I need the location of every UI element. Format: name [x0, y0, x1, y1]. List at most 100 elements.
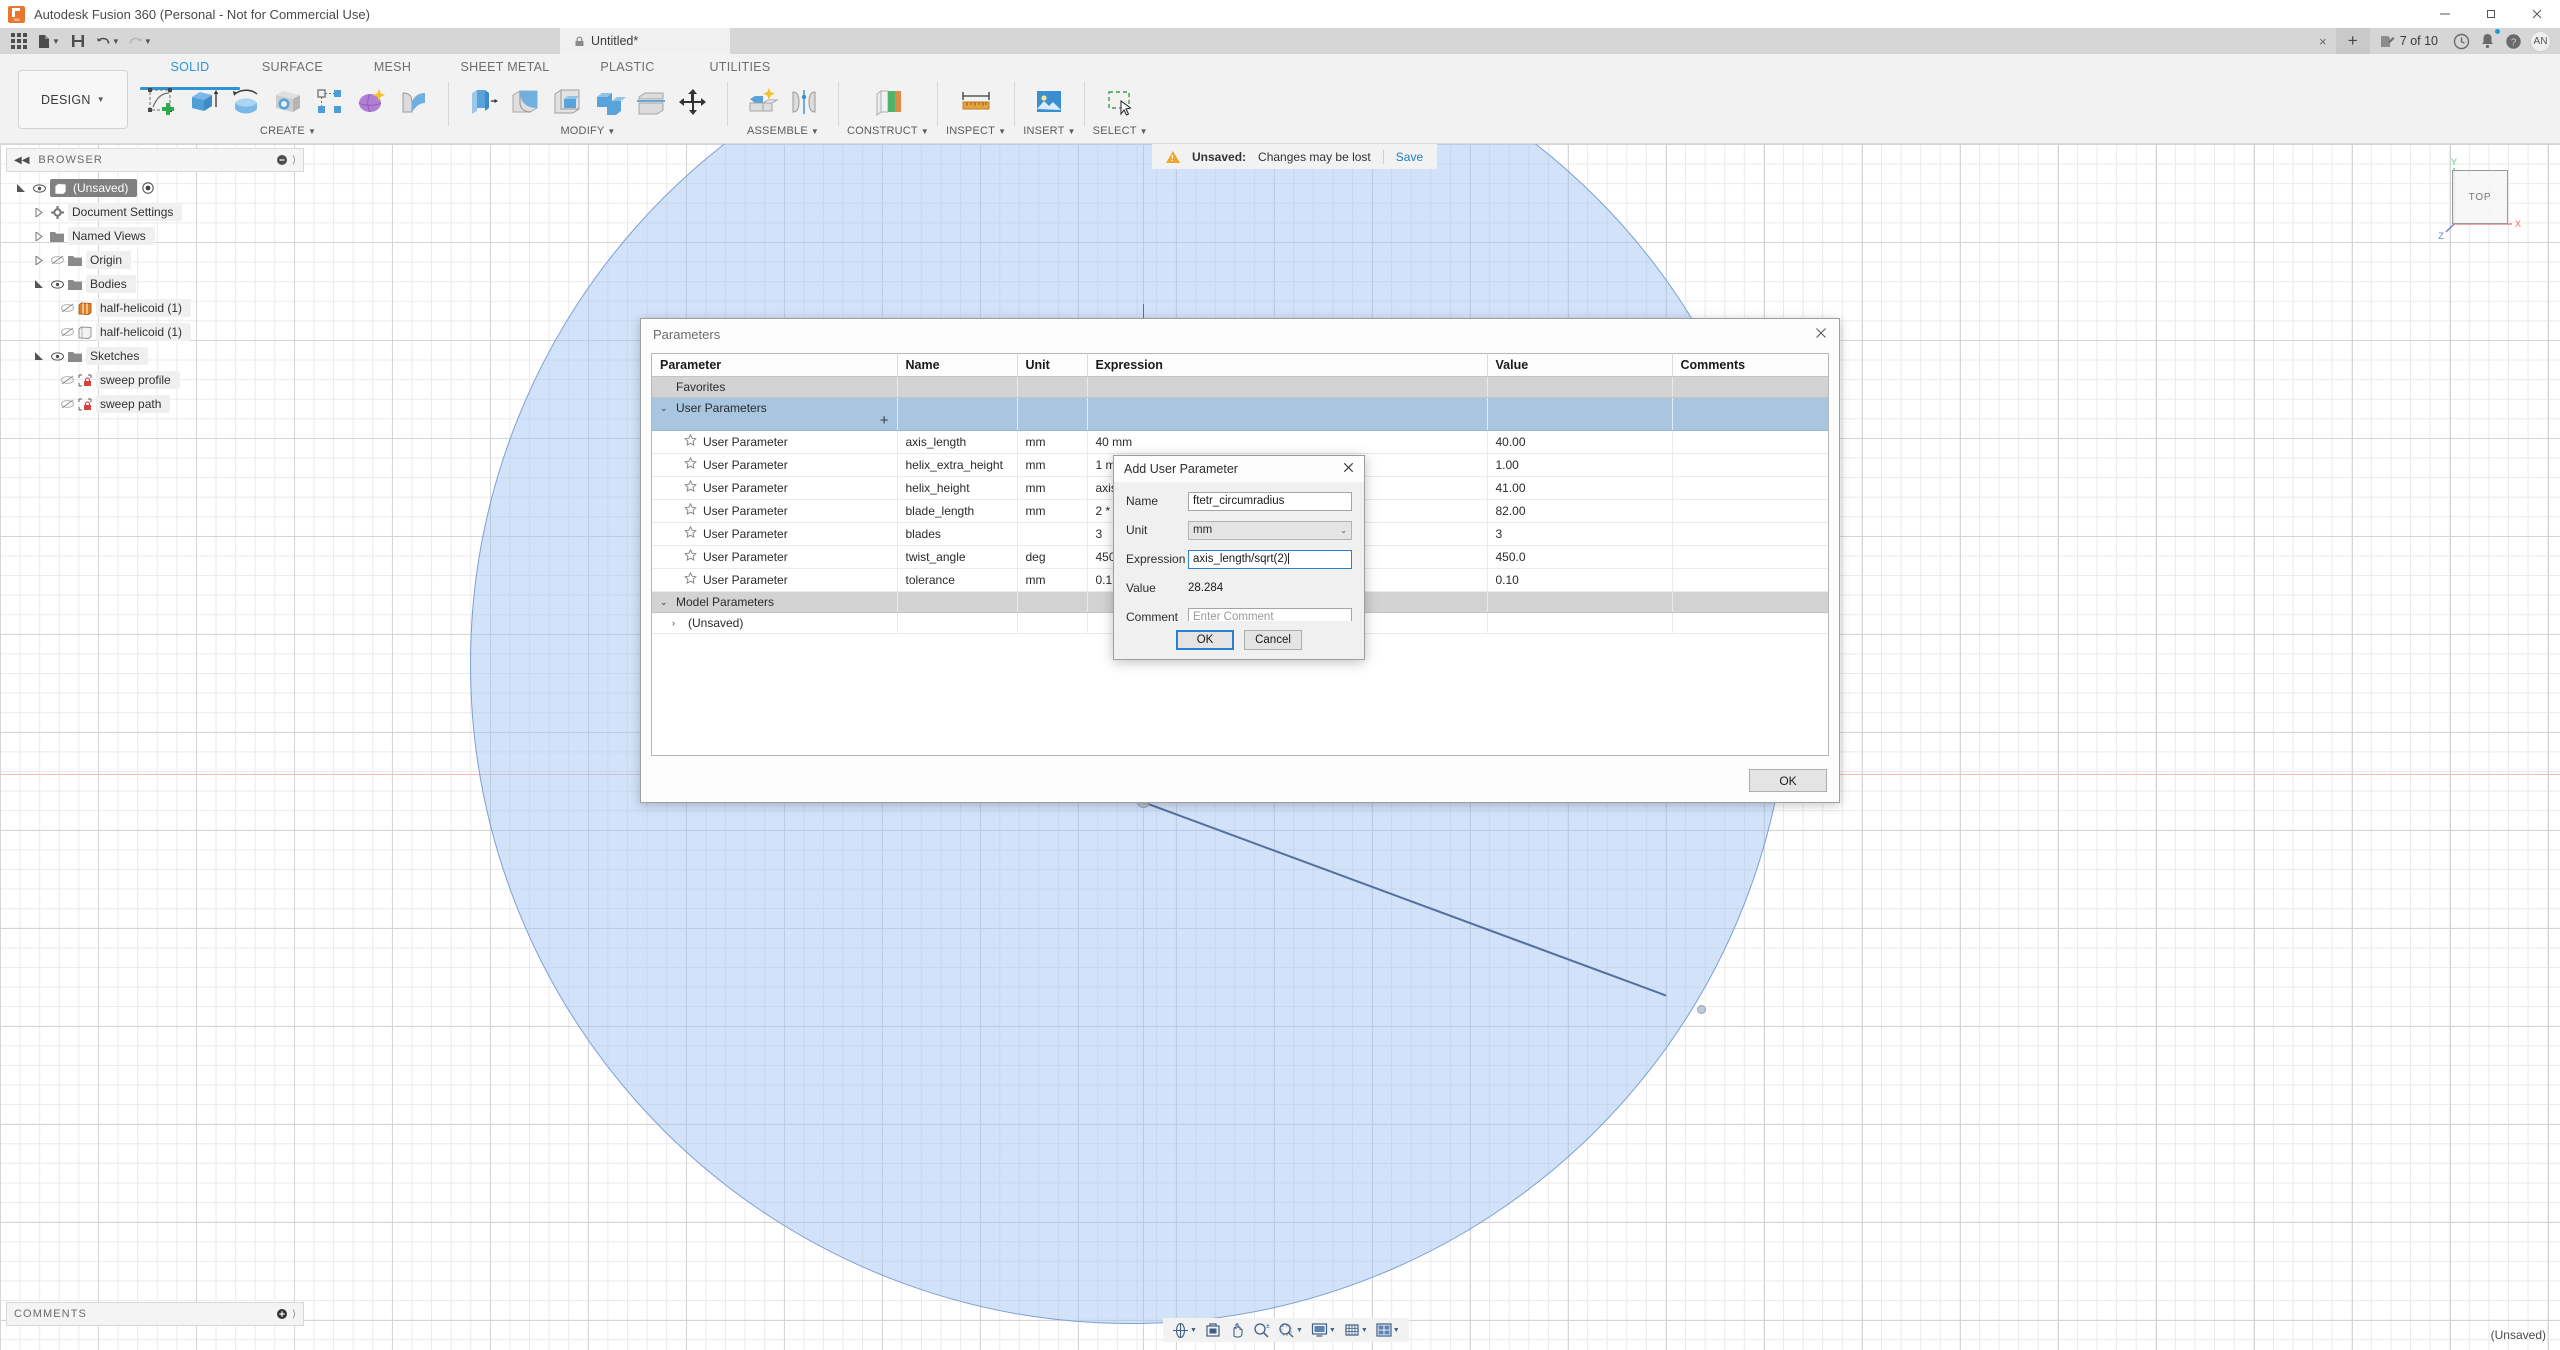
- tab-mesh[interactable]: MESH: [345, 58, 440, 76]
- favorite-star-icon[interactable]: [684, 526, 697, 542]
- column-header-value[interactable]: Value: [1487, 354, 1672, 377]
- tree-item-document-settings[interactable]: Document Settings: [10, 200, 310, 224]
- grid-snap-icon[interactable]: ▼: [1341, 1319, 1371, 1341]
- group-row-favorites[interactable]: Favorites: [652, 377, 1829, 398]
- form-create-icon[interactable]: [352, 82, 392, 122]
- tree-item-unsaved[interactable]: (Unsaved): [10, 176, 310, 200]
- document-tab-untitled[interactable]: Untitled*: [560, 28, 730, 54]
- panel-resize-handle[interactable]: ⟩: [292, 155, 296, 166]
- viewports-icon[interactable]: ▼: [1373, 1319, 1403, 1341]
- avatar[interactable]: AN: [2530, 31, 2551, 52]
- insert-image-icon[interactable]: [1029, 82, 1069, 122]
- clock-icon[interactable]: [2448, 29, 2474, 53]
- parameters-ok-button[interactable]: OK: [1749, 769, 1827, 792]
- look-at-icon[interactable]: [1202, 1319, 1224, 1341]
- tree-item-sweep-path[interactable]: sweep path: [10, 392, 310, 416]
- add-cancel-button[interactable]: Cancel: [1244, 630, 1302, 650]
- collapse-icon[interactable]: ◀◀: [14, 155, 29, 166]
- expand-triangle-icon[interactable]: [32, 256, 46, 265]
- view-cube[interactable]: Y X Z TOP: [2436, 152, 2528, 244]
- expression-field[interactable]: axis_length/sqrt(2): [1188, 550, 1352, 569]
- maximize-icon[interactable]: [2468, 0, 2514, 28]
- unit-select[interactable]: mm ⌄: [1188, 521, 1352, 540]
- move-copy-icon[interactable]: [673, 82, 713, 122]
- favorite-star-icon[interactable]: [684, 549, 697, 565]
- ribbon-group-construct-label[interactable]: CONSTRUCT ▼: [847, 125, 929, 137]
- pattern-icon[interactable]: [310, 82, 350, 122]
- tree-item-sketches[interactable]: Sketches: [10, 344, 310, 368]
- construct-plane-icon[interactable]: [868, 82, 908, 122]
- ribbon-group-assemble-label[interactable]: ASSEMBLE ▼: [747, 125, 819, 137]
- eye-hidden-icon[interactable]: [50, 255, 64, 265]
- eye-visible-icon[interactable]: [50, 352, 64, 361]
- ribbon-group-insert-label[interactable]: INSERT ▼: [1023, 125, 1075, 137]
- column-header-comments[interactable]: Comments: [1672, 354, 1829, 377]
- eye-visible-icon[interactable]: [32, 184, 46, 193]
- new-component-icon[interactable]: [742, 82, 782, 122]
- favorite-star-icon[interactable]: [684, 480, 697, 496]
- collapse-triangle-icon[interactable]: [32, 352, 46, 361]
- column-header-parameter[interactable]: Parameter: [652, 354, 897, 377]
- expand-triangle-icon[interactable]: [32, 208, 46, 217]
- comments-panel-actions[interactable]: ⟩: [277, 1309, 296, 1320]
- minimize-icon[interactable]: [2422, 0, 2468, 28]
- bell-icon[interactable]: [2474, 29, 2500, 53]
- chevron-down-icon[interactable]: ⌄: [660, 597, 670, 608]
- shell-icon[interactable]: [547, 82, 587, 122]
- tree-item-body-2[interactable]: half-helicoid (1): [10, 320, 310, 344]
- save-link[interactable]: Save: [1396, 150, 1423, 164]
- eye-hidden-icon[interactable]: [60, 327, 74, 337]
- sheet-metal-flange-icon[interactable]: [394, 82, 434, 122]
- orbit-icon[interactable]: ▼: [1169, 1319, 1200, 1341]
- tab-surface[interactable]: SURFACE: [240, 58, 345, 76]
- favorite-star-icon[interactable]: [684, 572, 697, 588]
- favorite-star-icon[interactable]: [684, 457, 697, 473]
- table-row[interactable]: User Parameter axis_length mm 40 mm 40.0…: [652, 431, 1829, 454]
- press-pull-icon[interactable]: [463, 82, 503, 122]
- pan-icon[interactable]: [1226, 1319, 1248, 1341]
- sketch-point-end[interactable]: [1697, 1005, 1706, 1014]
- eye-visible-icon[interactable]: [50, 280, 64, 289]
- job-status[interactable]: 7 of 10: [2370, 34, 2448, 49]
- close-icon[interactable]: [2514, 0, 2560, 28]
- browser-panel-actions[interactable]: ⟩: [277, 155, 296, 166]
- tree-item-sweep-profile[interactable]: sweep profile: [10, 368, 310, 392]
- ribbon-group-modify-label[interactable]: MODIFY ▼: [560, 125, 615, 137]
- add-user-parameter-button[interactable]: +: [880, 415, 889, 427]
- select-window-icon[interactable]: [1100, 82, 1140, 122]
- workspace-selector[interactable]: DESIGN ▼: [18, 70, 128, 129]
- expand-triangle-icon[interactable]: [14, 184, 28, 193]
- help-icon[interactable]: ?: [2500, 29, 2526, 53]
- chevron-right-icon[interactable]: ›: [672, 618, 682, 628]
- save-icon[interactable]: [65, 29, 91, 53]
- undo-icon[interactable]: ▼: [93, 29, 123, 53]
- display-settings-icon[interactable]: ▼: [1308, 1319, 1339, 1341]
- name-field[interactable]: ftetr_circumradius: [1188, 492, 1352, 511]
- column-header-unit[interactable]: Unit: [1017, 354, 1087, 377]
- tree-item-named-views[interactable]: Named Views: [10, 224, 310, 248]
- zoom-window-icon[interactable]: ▼: [1275, 1319, 1306, 1341]
- ribbon-group-inspect-label[interactable]: INSPECT ▼: [946, 125, 1006, 137]
- eye-hidden-icon[interactable]: [60, 375, 74, 385]
- chevron-down-icon[interactable]: ⌄: [660, 403, 670, 414]
- ribbon-group-select-label[interactable]: SELECT ▼: [1093, 125, 1148, 137]
- zoom-icon[interactable]: ±: [1250, 1319, 1273, 1341]
- view-cube-face-top[interactable]: TOP: [2452, 170, 2508, 224]
- close-icon[interactable]: [1815, 327, 1827, 342]
- tree-item-origin[interactable]: Origin: [10, 248, 310, 272]
- joint-icon[interactable]: [784, 82, 824, 122]
- add-user-parameter-dialog[interactable]: Add User Parameter Name ftetr_circumradi…: [1113, 455, 1365, 660]
- measure-icon[interactable]: [956, 82, 996, 122]
- create-sketch-icon[interactable]: [142, 82, 182, 122]
- collapse-triangle-icon[interactable]: [32, 280, 46, 289]
- eye-hidden-icon[interactable]: [60, 303, 74, 313]
- eye-hidden-icon[interactable]: [60, 399, 74, 409]
- tab-utilities[interactable]: UTILITIES: [685, 58, 795, 76]
- expand-triangle-icon[interactable]: [32, 232, 46, 241]
- favorite-star-icon[interactable]: [684, 503, 697, 519]
- ribbon-group-create-label[interactable]: CREATE ▼: [260, 125, 316, 137]
- new-file-icon[interactable]: ▼: [34, 29, 63, 53]
- redo-icon[interactable]: ▼: [125, 29, 155, 53]
- column-header-name[interactable]: Name: [897, 354, 1017, 377]
- tab-new-button[interactable]: +: [2336, 28, 2370, 54]
